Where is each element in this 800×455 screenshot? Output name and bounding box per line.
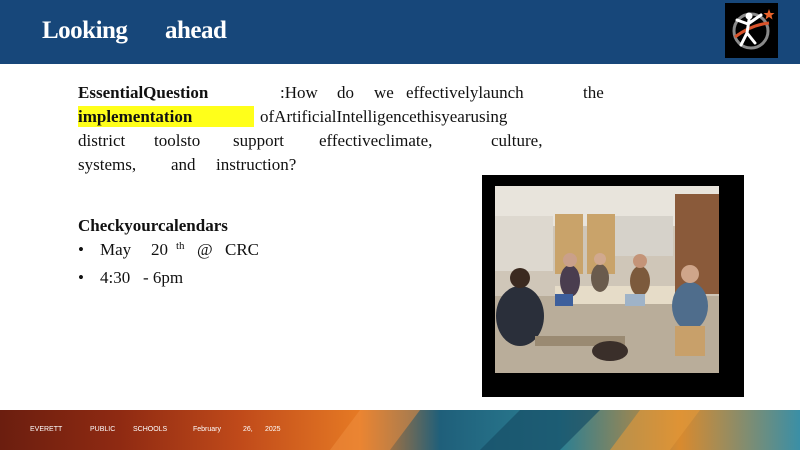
eq-word: effectivelylaunch (406, 83, 524, 102)
slide-title-word-2: ahead (165, 17, 227, 44)
event-end-time: - 6pm (143, 268, 184, 287)
calendar-section: Checkyourcalendars • May 20 th @ CRC • 4… (78, 216, 259, 296)
footer-date-part: 26, (243, 426, 253, 433)
eq-word: :How (280, 83, 318, 102)
footer-date-part: 2025 (265, 426, 281, 433)
footer-org-word: SCHOOLS (133, 426, 168, 433)
event-month: May (100, 240, 132, 259)
eq-word: district (78, 131, 126, 150)
event-start-time: 4:30 (100, 268, 131, 287)
eq-word: do (337, 83, 354, 102)
header-bar: Looking ahead (0, 0, 800, 64)
eq-word: toolsto (154, 131, 201, 150)
calendar-heading: Checkyourcalendars (78, 216, 228, 235)
essential-question-label: EssentialQuestion (78, 83, 209, 102)
footer-org-word: PUBLIC (90, 426, 116, 433)
footer-date-part: February (193, 426, 222, 433)
essential-question: EssentialQuestion :How do we effectively… (78, 82, 608, 178)
eq-word: support (233, 131, 284, 150)
meeting-photo (495, 186, 719, 373)
footer-org-word: EVERETT (30, 426, 63, 433)
bullet-item-time: • 4:30 - 6pm (78, 268, 228, 296)
eq-line-2-rest: ofArtificialIntelligencethisyearusing (260, 107, 508, 126)
highlighted-word: implementation (78, 106, 254, 127)
eq-word: culture, (491, 131, 543, 150)
eq-word: effectiveclimate, (319, 131, 433, 150)
bullet-icon: • (78, 268, 84, 287)
footer-bar (0, 410, 800, 450)
photo-frame (482, 175, 744, 397)
eq-word: instruction? (216, 155, 297, 174)
event-day: 20 (151, 240, 168, 259)
event-day-suffix: th (176, 240, 185, 252)
eq-word: the (583, 83, 604, 102)
eq-word: and (171, 155, 196, 174)
eq-word: we (374, 83, 394, 102)
slide-title-word-1: Looking (42, 17, 128, 44)
bullet-item-date: • May 20 th @ CRC (78, 240, 259, 268)
event-at: @ (197, 240, 213, 259)
district-logo (725, 3, 778, 58)
bullet-icon: • (78, 240, 84, 259)
event-place: CRC (225, 240, 260, 259)
eq-word: systems, (78, 155, 137, 174)
